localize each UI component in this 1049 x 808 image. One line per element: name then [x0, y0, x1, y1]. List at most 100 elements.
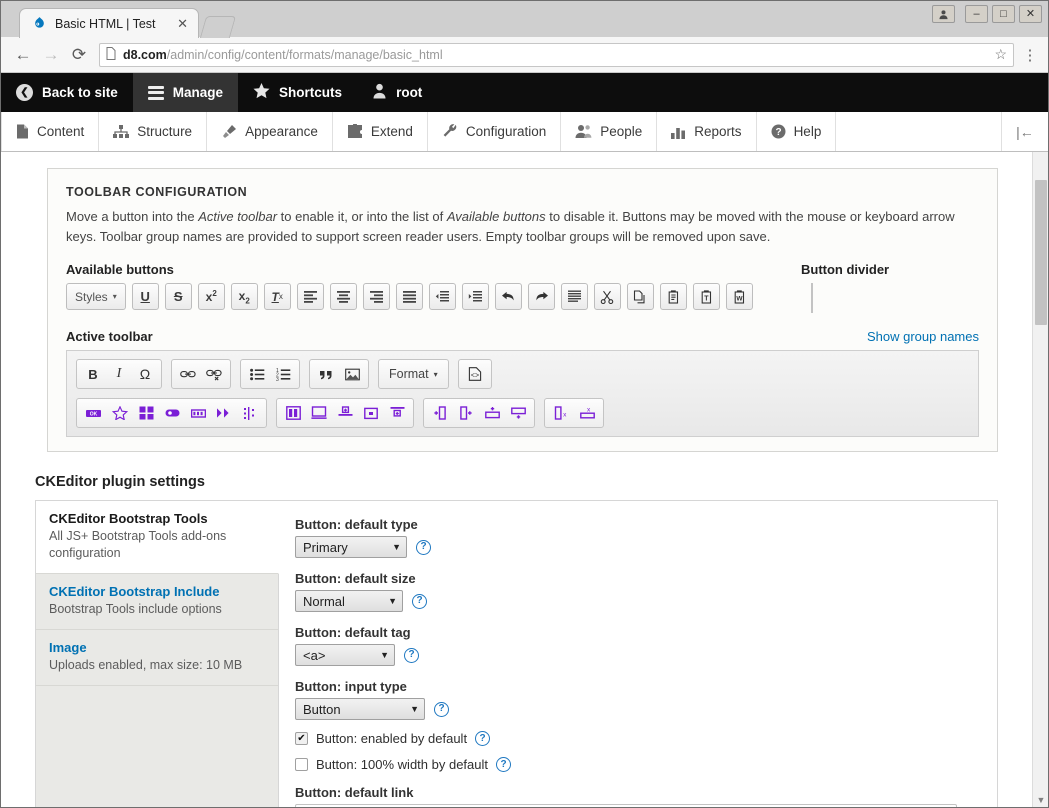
tab-close-icon[interactable]: ✕	[177, 17, 188, 30]
bs-misc-button[interactable]	[238, 402, 262, 424]
strikethrough-button[interactable]: S	[165, 283, 192, 310]
bs-insert-row-above-button[interactable]	[480, 402, 504, 424]
format-dropdown-button[interactable]: Format▾	[383, 363, 444, 385]
button-input-type-help-icon[interactable]: ?	[434, 702, 449, 717]
toolbar-item-back-to-site[interactable]: ❮ Back to site	[1, 73, 133, 112]
bs-delete-column-button[interactable]: x	[549, 402, 573, 424]
button-default-link-input[interactable]: http://	[295, 804, 957, 807]
source-button[interactable]: <>	[463, 363, 487, 385]
bs-insert-column-left-button[interactable]	[428, 402, 452, 424]
button-default-type-select[interactable]: Primary ▼	[295, 536, 407, 558]
image-button[interactable]	[340, 363, 364, 385]
close-button[interactable]: ✕	[1019, 5, 1042, 23]
button-enabled-by-default-help-icon[interactable]: ?	[475, 731, 490, 746]
button-default-tag-help-icon[interactable]: ?	[404, 648, 419, 663]
button-enabled-by-default-checkbox[interactable]: ✔	[295, 732, 308, 745]
toolbar-item-shortcuts[interactable]: Shortcuts	[238, 73, 357, 112]
page-info-icon[interactable]	[106, 47, 116, 63]
active-toolbar-box[interactable]: B I Ω	[66, 350, 979, 437]
vertical-tab-bootstrap-tools[interactable]: CKEditor Bootstrap Tools All JS+ Bootstr…	[36, 501, 279, 574]
bs-insert-row-below-button[interactable]	[506, 402, 530, 424]
button-default-tag-select[interactable]: <a> ▼	[295, 644, 395, 666]
cut-button[interactable]	[594, 283, 621, 310]
redo-button[interactable]	[528, 283, 555, 310]
collapse-toolbar-icon[interactable]: |←	[1002, 112, 1048, 151]
align-right-button[interactable]	[363, 283, 390, 310]
source-group[interactable]: <>	[458, 359, 492, 389]
show-group-names-link[interactable]: Show group names	[867, 329, 979, 344]
link-group[interactable]	[171, 359, 231, 389]
bs-carousel-button[interactable]	[212, 402, 236, 424]
bootstrap-tools-group[interactable]: OK	[76, 398, 267, 428]
menu-item-structure[interactable]: Structure	[99, 112, 207, 151]
button-default-size-select[interactable]: Normal ▼	[295, 590, 403, 612]
align-justify-button[interactable]	[396, 283, 423, 310]
format-group[interactable]: Format▾	[378, 359, 449, 389]
outdent-button[interactable]	[429, 283, 456, 310]
button-default-type-help-icon[interactable]: ?	[416, 540, 431, 555]
underline-button[interactable]: U	[132, 283, 159, 310]
new-tab-button[interactable]	[200, 16, 236, 38]
show-blocks-button[interactable]	[561, 283, 588, 310]
menu-item-appearance[interactable]: Appearance	[207, 112, 333, 151]
menu-item-reports[interactable]: Reports	[657, 112, 756, 151]
blockquote-button[interactable]	[314, 363, 338, 385]
align-center-button[interactable]	[330, 283, 357, 310]
page-scrollbar-thumb[interactable]	[1035, 180, 1047, 325]
page-scrollbar[interactable]: ▼	[1032, 152, 1048, 807]
menu-item-content[interactable]: Content	[1, 112, 99, 151]
bootstrap-delete-group[interactable]: x x	[544, 398, 604, 428]
vertical-tab-bootstrap-include[interactable]: CKEditor Bootstrap Include Bootstrap Too…	[36, 574, 278, 630]
bootstrap-insert-group[interactable]	[423, 398, 535, 428]
profile-button[interactable]	[932, 5, 955, 23]
menu-item-extend[interactable]: Extend	[333, 112, 428, 151]
indent-button[interactable]	[462, 283, 489, 310]
button-default-size-help-icon[interactable]: ?	[412, 594, 427, 609]
bs-well-button[interactable]	[333, 402, 357, 424]
button-divider-handle[interactable]	[811, 283, 813, 313]
bs-collapse-button[interactable]	[385, 402, 409, 424]
bs-modal-button[interactable]	[359, 402, 383, 424]
undo-button[interactable]	[495, 283, 522, 310]
menu-item-help[interactable]: ? Help	[757, 112, 837, 151]
bs-insert-column-right-button[interactable]	[454, 402, 478, 424]
maximize-button[interactable]: □	[992, 5, 1015, 23]
copy-button[interactable]	[627, 283, 654, 310]
bs-delete-row-button[interactable]: x	[575, 402, 599, 424]
menu-item-configuration[interactable]: Configuration	[428, 112, 561, 151]
bulleted-list-button[interactable]	[245, 363, 269, 385]
formatting-group[interactable]: B I Ω	[76, 359, 162, 389]
bookmark-star-icon[interactable]: ☆	[988, 46, 1007, 63]
unlink-button[interactable]	[202, 363, 226, 385]
scroll-down-arrow-icon[interactable]: ▼	[1033, 795, 1048, 805]
toolbar-item-manage[interactable]: Manage	[133, 73, 238, 112]
paste-from-word-button[interactable]: W	[726, 283, 753, 310]
link-button[interactable]	[176, 363, 200, 385]
browser-menu-icon[interactable]: ⋮	[1020, 46, 1040, 64]
bs-panel-button[interactable]	[307, 402, 331, 424]
bs-progress-button[interactable]	[186, 402, 210, 424]
button-100-width-help-icon[interactable]: ?	[496, 757, 511, 772]
bs-label-button[interactable]	[160, 402, 184, 424]
button-100-width-checkbox[interactable]	[295, 758, 308, 771]
address-bar[interactable]: d8.com/admin/config/content/formats/mana…	[99, 43, 1014, 67]
align-left-button[interactable]	[297, 283, 324, 310]
browser-tab[interactable]: Basic HTML | Test ✕	[19, 8, 199, 38]
paste-text-button[interactable]: T	[693, 283, 720, 310]
numbered-list-button[interactable]: 123	[271, 363, 295, 385]
vertical-tab-image[interactable]: Image Uploads enabled, max size: 10 MB	[36, 630, 278, 686]
reload-icon[interactable]: ⟳	[65, 41, 93, 69]
bootstrap-layout-group[interactable]	[276, 398, 414, 428]
media-group[interactable]	[309, 359, 369, 389]
forward-icon[interactable]: →	[37, 41, 65, 69]
bs-button-button[interactable]: OK	[81, 402, 106, 424]
back-icon[interactable]: ←	[9, 41, 37, 69]
styles-dropdown-button[interactable]: Styles▾	[66, 283, 126, 310]
bold-button[interactable]: B	[81, 363, 105, 385]
bs-grid-button[interactable]	[134, 402, 158, 424]
minimize-button[interactable]: –	[965, 5, 988, 23]
toolbar-item-user[interactable]: root	[357, 73, 437, 112]
italic-button[interactable]: I	[107, 363, 131, 385]
bs-star-icon-button[interactable]	[108, 402, 132, 424]
special-character-button[interactable]: Ω	[133, 363, 157, 385]
